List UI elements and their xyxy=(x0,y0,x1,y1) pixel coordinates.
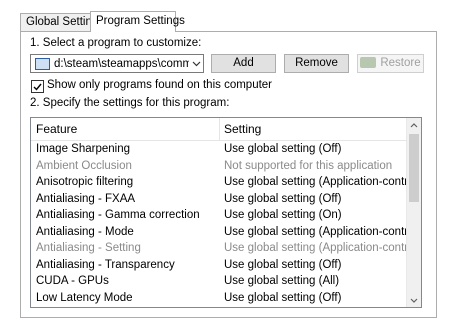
checkmark-icon xyxy=(33,83,42,91)
chevron-down-icon[interactable] xyxy=(189,55,203,72)
show-only-found-label[interactable]: Show only programs found on this compute… xyxy=(47,79,272,91)
feature-cell: Anisotropic filtering xyxy=(36,176,134,188)
show-only-found-checkbox[interactable] xyxy=(31,80,44,93)
tab-global-settings[interactable]: Global Settings xyxy=(20,13,104,31)
column-header-setting[interactable]: Setting xyxy=(224,122,261,136)
step2-label: 2. Specify the settings for this program… xyxy=(30,97,230,109)
feature-cell: Ambient Occlusion xyxy=(36,159,132,172)
feature-cell: Antialiasing - Transparency xyxy=(36,258,175,271)
feature-cell: Image Sharpening xyxy=(36,143,130,155)
table-row[interactable]: Anisotropic filtering Use global setting… xyxy=(31,175,421,191)
program-settings-panel: 1. Select a program to customize: d:\ste… xyxy=(20,31,437,318)
add-button[interactable]: Add xyxy=(211,54,276,73)
column-divider[interactable] xyxy=(219,118,220,140)
step1-label: 1. Select a program to customize: xyxy=(30,37,202,49)
remove-button[interactable]: Remove xyxy=(284,54,349,73)
setting-cell[interactable]: Use global setting (All) xyxy=(224,275,339,287)
restore-button-label: Restore xyxy=(380,57,421,69)
setting-cell[interactable]: Use global setting (Off) xyxy=(224,292,341,304)
settings-list[interactable]: Feature Setting Image Sharpening Use glo… xyxy=(30,117,422,308)
program-window-icon xyxy=(35,57,50,70)
feature-cell: Low Latency Mode xyxy=(36,291,133,304)
table-row[interactable]: Antialiasing - Transparency Use global s… xyxy=(31,258,407,274)
setting-cell[interactable]: Use global setting (Off) xyxy=(224,259,341,271)
feature-cell: CUDA - GPUs xyxy=(36,275,109,287)
table-row[interactable]: Antialiasing - Setting Use global settin… xyxy=(31,241,421,257)
settings-list-header: Feature Setting xyxy=(31,118,407,141)
vertical-scrollbar[interactable] xyxy=(406,118,421,307)
setting-cell: Use global setting (Application-controll… xyxy=(224,242,422,254)
column-header-feature[interactable]: Feature xyxy=(36,122,77,136)
feature-cell: Antialiasing - Mode xyxy=(36,225,134,238)
table-row[interactable]: Low Latency Mode Use global setting (Off… xyxy=(31,291,407,307)
table-row[interactable]: Antialiasing - Mode Use global setting (… xyxy=(31,225,421,241)
setting-cell[interactable]: Use global setting (Application-controll… xyxy=(224,226,421,238)
feature-cell: Antialiasing - FXAA xyxy=(36,192,136,205)
setting-cell[interactable]: Use global setting (Off) xyxy=(224,143,341,155)
program-select-value: d:\steam\steamapps\common\j... xyxy=(54,57,189,70)
table-row[interactable]: Ambient Occlusion Not supported for this… xyxy=(31,159,407,175)
nvidia-logo-icon xyxy=(360,57,377,69)
setting-cell[interactable]: Use global setting (On) xyxy=(224,209,342,221)
feature-cell: Antialiasing - Setting xyxy=(36,242,141,254)
table-row[interactable]: Image Sharpening Use global setting (Off… xyxy=(31,142,407,158)
restore-button[interactable]: Restore xyxy=(357,54,424,73)
table-row[interactable]: CUDA - GPUs Use global setting (All) xyxy=(31,274,407,290)
setting-cell[interactable]: Use global setting (Application-controll… xyxy=(224,176,421,188)
setting-cell: Not supported for this application xyxy=(224,159,393,172)
feature-cell: Antialiasing - Gamma correction xyxy=(36,209,200,221)
program-select[interactable]: d:\steam\steamapps\common\j... xyxy=(30,54,204,73)
tab-program-settings[interactable]: Program Settings xyxy=(90,11,185,32)
scroll-down-arrow-icon[interactable] xyxy=(407,293,421,307)
scrollbar-thumb[interactable] xyxy=(409,134,419,202)
scroll-up-arrow-icon[interactable] xyxy=(407,118,421,132)
table-row[interactable]: Antialiasing - FXAA Use global setting (… xyxy=(31,192,407,208)
table-row[interactable]: Antialiasing - Gamma correction Use glob… xyxy=(31,208,407,224)
setting-cell[interactable]: Use global setting (Off) xyxy=(224,193,341,205)
